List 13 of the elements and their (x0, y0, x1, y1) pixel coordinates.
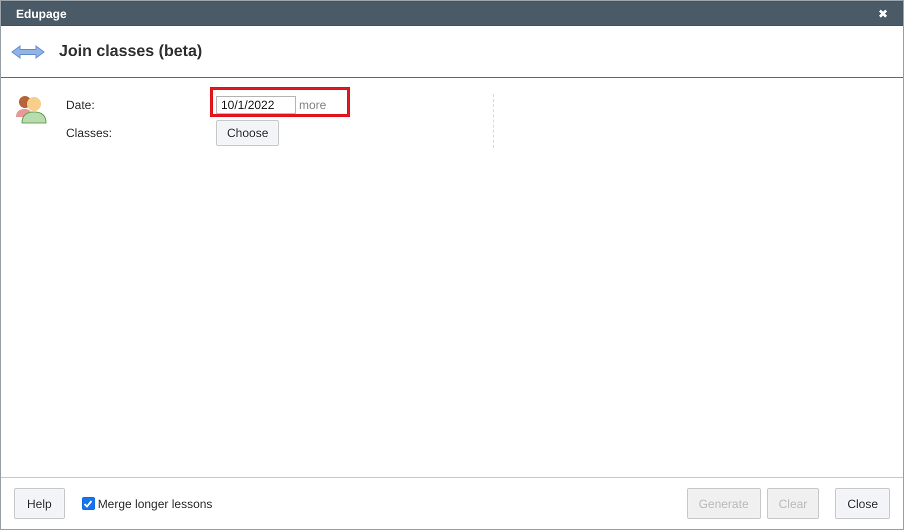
classes-label: Classes: (66, 125, 114, 142)
footer-button[interactable]: Close (835, 488, 890, 519)
close-button[interactable]: ✖ (878, 8, 888, 20)
merge-checkbox[interactable] (82, 497, 95, 510)
help-button[interactable]: Help (14, 488, 65, 519)
date-field[interactable]: 10/1/2022 (216, 96, 296, 114)
window-title: Edupage (16, 6, 67, 22)
date-label: Date: (66, 97, 96, 114)
more-link[interactable]: more (299, 96, 326, 114)
page-title: Join classes (beta) (59, 42, 202, 62)
double-arrow-icon (11, 44, 45, 58)
merge-label: Merge longer lessons (98, 496, 212, 512)
choose-button[interactable]: Choose (216, 120, 280, 146)
